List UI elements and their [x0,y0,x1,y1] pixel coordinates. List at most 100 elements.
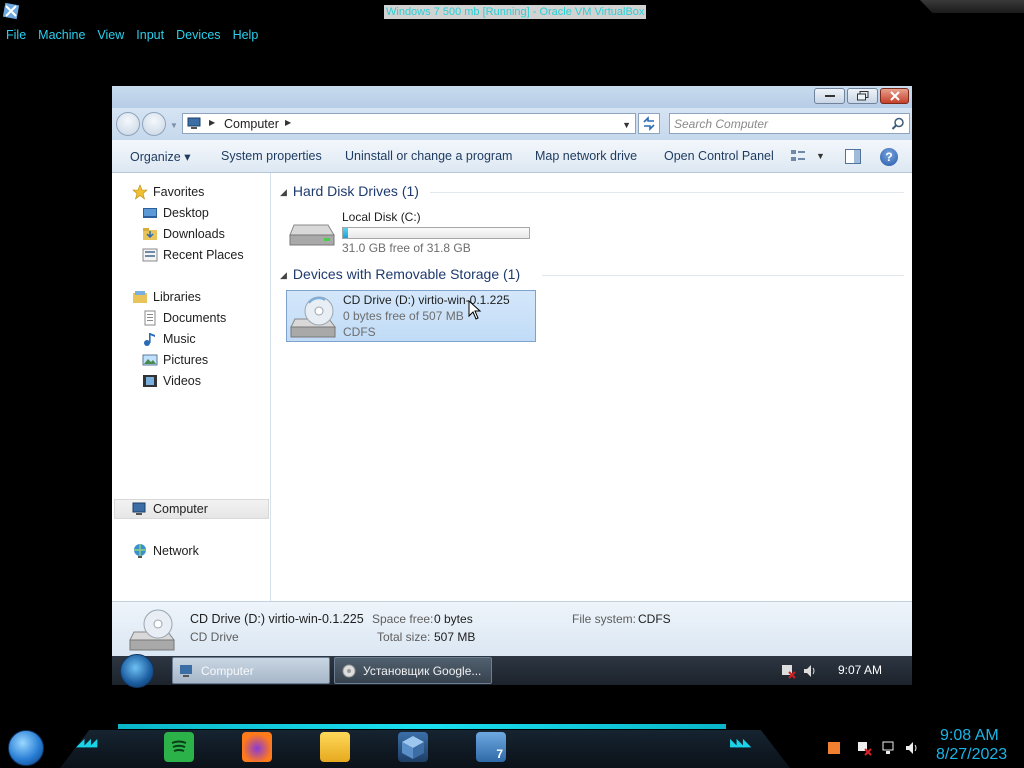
nav-desktop[interactable]: Desktop [142,203,209,223]
back-button[interactable] [116,112,140,136]
cd-drive-icon [129,609,175,651]
help-button[interactable]: ? [880,148,898,166]
map-network-drive-button[interactable]: Map network drive [535,149,637,163]
menu-machine[interactable]: Machine [32,24,91,46]
drive-cd-free: 0 bytes free of 507 MB [343,309,464,323]
action-center-flag-icon[interactable] [780,663,796,679]
nav-computer[interactable]: Computer [114,499,269,519]
guest-clock[interactable]: 9:07 AM [838,663,882,677]
installer-icon [342,664,356,677]
search-icon[interactable] [891,117,905,131]
volume-icon[interactable] [904,740,920,756]
organize-button[interactable]: Organize ▾ [130,149,190,164]
menu-devices[interactable]: Devices [170,24,226,46]
close-icon [889,91,900,101]
menu-help[interactable]: Help [227,24,265,46]
collapse-triangle-icon[interactable]: ◢ [280,270,287,280]
network-tray-icon[interactable] [880,740,896,756]
explorer-title-bar[interactable] [112,86,912,108]
nav-music[interactable]: Music [142,329,196,349]
pictures-icon [142,354,158,366]
host-clock-date[interactable]: 8/27/2023 [936,746,1007,764]
nav-network[interactable]: Network [132,541,199,561]
drive-tile-local-disk[interactable]: Local Disk (C:) 31.0 GB free of 31.8 GB [286,207,536,257]
guest-system-tray: 9:07 AM [772,656,912,685]
menu-file[interactable]: File [0,24,32,46]
nav-favorites[interactable]: Favorites [132,182,204,202]
nav-videos[interactable]: Videos [142,371,201,391]
network-icon [134,544,146,558]
group-header-removable[interactable]: ◢ Devices with Removable Storage (1) [280,266,520,282]
change-view-icon[interactable] [790,149,806,163]
file-explorer-icon[interactable] [320,732,350,762]
star-icon [132,184,148,200]
minimize-button[interactable] [814,88,845,104]
recent-pages-dropdown-icon[interactable]: ▼ [170,121,178,130]
breadcrumb-separator-icon[interactable]: ▶ [209,118,215,127]
computer-icon [132,502,146,515]
computer-icon [187,117,201,129]
nav-downloads[interactable]: Downloads [142,224,225,244]
search-box[interactable] [669,113,910,134]
downloads-folder-icon [143,228,157,240]
address-location[interactable]: Computer [224,117,279,131]
address-dropdown-icon[interactable]: ▼ [622,120,631,130]
view-dropdown-icon[interactable]: ▼ [816,151,825,161]
drive-usage-bar [342,227,530,239]
search-input[interactable] [674,116,884,132]
nav-videos-label: Videos [163,374,201,388]
menu-view[interactable]: View [91,24,130,46]
nav-pictures[interactable]: Pictures [142,350,208,370]
explorer-window: ▼ ▶ Computer ▶ ▼ Organize ▾ [112,86,912,656]
action-center-flag-icon[interactable] [856,740,872,756]
details-filesystem-value: CDFS [638,612,671,626]
details-filesystem-label: File system: [572,612,637,626]
close-button[interactable] [880,88,909,104]
nav-favorites-label: Favorites [153,185,205,199]
group-header-hard-disk[interactable]: ◢ Hard Disk Drives (1) [280,183,419,199]
host-system-tray [820,738,930,760]
virtualbox-app-icon[interactable] [398,732,428,762]
restore-button[interactable] [847,88,878,104]
spotify-icon[interactable] [164,732,194,762]
address-bar[interactable]: ▶ Computer ▶ ▼ [182,113,636,134]
left-chevrons-icon: ◢◢◢ [76,737,97,749]
forward-button[interactable] [142,112,166,136]
menu-input[interactable]: Input [130,24,170,46]
virtualbox-running-icon[interactable]: 7 [476,732,506,762]
refresh-button[interactable] [638,113,660,134]
tray-app-icon[interactable] [826,740,842,756]
host-start-button[interactable] [8,730,44,766]
group-divider [542,275,904,276]
guest-start-button[interactable] [120,654,154,688]
details-total-size-label: Total size: [377,630,431,644]
breadcrumb-chevron-icon[interactable]: ▶ [285,118,291,127]
desktop-icon [143,208,157,218]
guest-taskbar: Computer Установщик Google... 9:07 AM [112,654,912,688]
drive-cd-filesystem: CDFS [343,325,376,339]
firefox-icon[interactable] [242,732,272,762]
nav-pictures-label: Pictures [163,353,209,367]
preview-pane-icon[interactable] [845,149,861,164]
system-properties-button[interactable]: System properties [221,149,322,163]
cd-drive-icon [290,296,336,338]
details-pane: CD Drive (D:) virtio-win-0.1.225 CD Driv… [112,601,912,656]
nav-libraries[interactable]: Libraries [132,287,201,307]
open-control-panel-button[interactable]: Open Control Panel [664,149,774,163]
collapse-triangle-icon[interactable]: ◢ [280,187,287,197]
guest-task-installer[interactable]: Установщик Google... [334,657,492,684]
guest-task-computer[interactable]: Computer [172,657,330,684]
vbox-badge: 7 [496,747,503,761]
nav-documents[interactable]: Documents [142,308,226,328]
details-space-free-label: Space free: [372,612,434,626]
details-drive-type: CD Drive [190,630,239,644]
uninstall-program-button[interactable]: Uninstall or change a program [345,149,512,163]
host-window-title: Windows 7 500 mb [Running] - Oracle VM V… [384,5,647,19]
host-clock-time[interactable]: 9:08 AM [940,727,999,745]
music-icon [144,333,155,346]
details-total-size-value: 507 MB [434,630,476,644]
nav-recent-places[interactable]: Recent Places [142,245,244,265]
host-taskbar: ◢◢◢ 7 ◣◣◣ 9:08 AM 8/27/2023 [0,724,1024,768]
drive-tile-cd-drive[interactable]: CD Drive (D:) virtio-win-0.1.225 0 bytes… [286,290,536,342]
volume-icon[interactable] [802,663,818,679]
